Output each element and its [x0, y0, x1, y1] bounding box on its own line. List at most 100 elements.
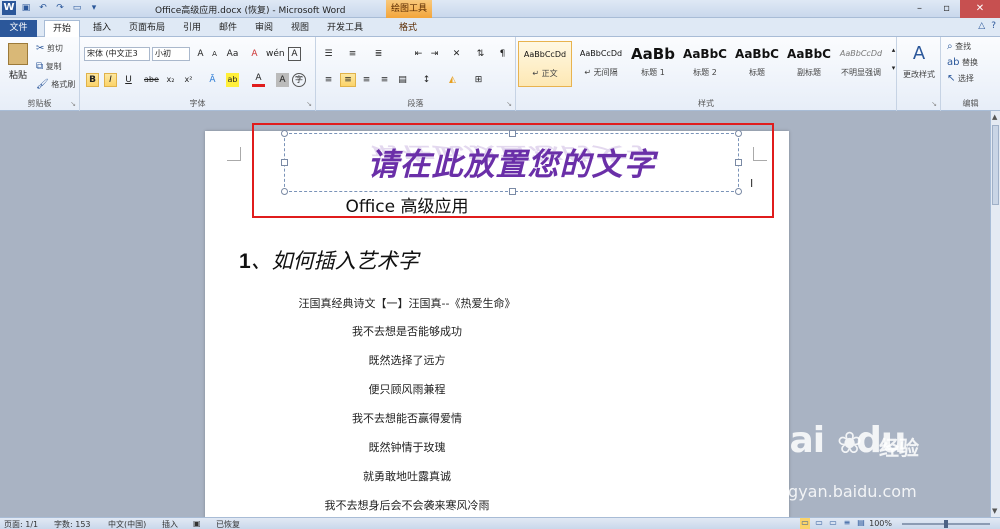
paragraph-line[interactable]: 我不去想身后会不会袭来寒风冷雨: [205, 497, 609, 513]
undo-icon[interactable]: ↶: [36, 1, 50, 15]
macro-record-icon[interactable]: ▣: [193, 519, 201, 528]
shading-icon[interactable]: ◭: [446, 73, 459, 87]
find-button[interactable]: ⌕ 查找: [947, 41, 971, 52]
format-painter-button[interactable]: 🖌 格式刷: [36, 79, 75, 90]
tab-page-layout[interactable]: 页面布局: [124, 20, 170, 37]
underline-button[interactable]: U: [122, 73, 135, 87]
document-heading[interactable]: 1、如何插入艺术字: [239, 245, 419, 275]
zoom-level[interactable]: 100%: [869, 519, 892, 528]
minimize-ribbon-icon[interactable]: △: [978, 21, 985, 31]
style-heading-1[interactable]: AaBb 标题 1: [626, 41, 680, 87]
char-shading-button[interactable]: A: [276, 73, 289, 87]
tab-references[interactable]: 引用: [178, 20, 206, 37]
select-button[interactable]: ↖ 选择: [947, 73, 974, 84]
increase-indent-icon[interactable]: ⇥: [428, 47, 441, 61]
style-subtle-emphasis[interactable]: AaBbCcDd 不明显强调: [834, 41, 888, 87]
style-heading-2[interactable]: AaBbC 标题 2: [678, 41, 732, 87]
italic-button[interactable]: I: [104, 73, 117, 87]
justify-icon[interactable]: ≡: [378, 73, 391, 87]
paragraph-line[interactable]: 我不去想是否能够成功: [205, 323, 609, 339]
align-center-icon[interactable]: ≡: [340, 73, 356, 87]
tab-home[interactable]: 开始: [44, 20, 80, 37]
align-left-icon[interactable]: ≡: [322, 73, 335, 87]
change-styles-button[interactable]: A 更改样式: [901, 43, 937, 80]
phonetic-guide-button[interactable]: wén: [266, 47, 285, 61]
sort-icon[interactable]: ⇅: [474, 47, 487, 61]
tab-review[interactable]: 审阅: [250, 20, 278, 37]
replace-button[interactable]: ab 替换: [947, 57, 978, 68]
font-name-combo[interactable]: 宋体 (中文正3: [84, 47, 150, 61]
status-word-count[interactable]: 字数: 153: [54, 519, 91, 529]
line-spacing-icon[interactable]: ↕: [420, 73, 433, 87]
dialog-launcher-icon[interactable]: ↘: [931, 100, 937, 108]
borders-icon[interactable]: ⊞: [472, 73, 485, 87]
align-right-icon[interactable]: ≡: [360, 73, 373, 87]
status-page[interactable]: 页面: 1/1: [4, 519, 38, 529]
bullets-icon[interactable]: ☰: [322, 47, 335, 61]
status-language[interactable]: 中文(中国): [108, 519, 146, 529]
show-marks-icon[interactable]: ¶: [496, 47, 509, 61]
tab-file[interactable]: 文件: [0, 20, 37, 37]
view-full-screen-icon[interactable]: ▭: [814, 518, 824, 529]
decrease-indent-icon[interactable]: ⇤: [412, 47, 425, 61]
numbering-icon[interactable]: ≡: [346, 47, 359, 61]
style-title[interactable]: AaBbC 标题: [730, 41, 784, 87]
open-folder-icon[interactable]: ▭: [70, 1, 84, 15]
cut-button[interactable]: ✂ 剪切: [36, 43, 63, 54]
minimize-icon[interactable]: –: [906, 0, 933, 18]
grow-font-button[interactable]: A: [194, 47, 207, 61]
scroll-up-icon[interactable]: ▲: [992, 113, 997, 121]
dialog-launcher-icon[interactable]: ↘: [70, 100, 76, 108]
chinese-layout-icon[interactable]: ✕: [450, 47, 463, 61]
redo-icon[interactable]: ↷: [53, 1, 67, 15]
paste-button[interactable]: 粘贴: [6, 43, 30, 81]
view-web-layout-icon[interactable]: ▭: [828, 518, 838, 529]
help-icon[interactable]: ?: [991, 21, 996, 31]
tab-format[interactable]: 格式: [388, 20, 428, 37]
word-app-icon[interactable]: W: [2, 1, 16, 15]
tab-mailings[interactable]: 邮件: [214, 20, 242, 37]
close-icon[interactable]: ✕: [960, 0, 1000, 18]
scroll-down-icon[interactable]: ▼: [992, 507, 997, 515]
paragraph-line[interactable]: 我不去想能否赢得爱情: [205, 410, 609, 426]
paragraph-line[interactable]: 既然钟情于玫瑰: [205, 439, 609, 455]
view-draft-icon[interactable]: ▤: [856, 518, 866, 529]
paragraph-line[interactable]: 便只顾风雨兼程: [205, 381, 609, 397]
tab-insert[interactable]: 插入: [88, 20, 116, 37]
paragraph-line[interactable]: 汪国真经典诗文【一】汪国真--《热爱生命》: [205, 295, 609, 311]
text-effects-icon[interactable]: Ā: [206, 73, 219, 87]
view-print-layout-icon[interactable]: ▭: [800, 518, 810, 529]
multilevel-list-icon[interactable]: ≣: [372, 47, 385, 61]
shrink-font-button[interactable]: A: [208, 47, 221, 61]
distributed-icon[interactable]: ▤: [396, 73, 409, 87]
clear-format-button[interactable]: A: [248, 47, 261, 61]
style-no-spacing[interactable]: AaBbCcDd ↵ 无间隔: [574, 41, 628, 87]
tab-developer[interactable]: 开发工具: [322, 20, 368, 37]
zoom-slider[interactable]: [902, 520, 990, 528]
highlight-button[interactable]: ab: [226, 73, 239, 87]
enclose-char-button[interactable]: 字: [292, 73, 306, 87]
tab-view[interactable]: 视图: [286, 20, 314, 37]
char-border-button[interactable]: A: [288, 47, 301, 61]
style-normal[interactable]: AaBbCcDd ↵ 正文: [518, 41, 572, 87]
bold-button[interactable]: B: [86, 73, 99, 87]
change-case-button[interactable]: Aa: [226, 47, 239, 61]
dialog-launcher-icon[interactable]: ↘: [306, 100, 312, 108]
zoom-slider-thumb[interactable]: [944, 520, 948, 528]
strikethrough-button[interactable]: abe: [144, 73, 159, 87]
paragraph-line[interactable]: 既然选择了远方: [205, 352, 609, 368]
dialog-launcher-icon[interactable]: ↘: [506, 100, 512, 108]
subscript-button[interactable]: x₂: [164, 73, 177, 87]
status-insert-mode[interactable]: 插入: [162, 519, 178, 529]
font-color-button[interactable]: A: [252, 73, 265, 87]
save-icon[interactable]: ▣: [19, 1, 33, 15]
paragraph-line[interactable]: 就勇敢地吐露真诚: [205, 468, 609, 484]
copy-button[interactable]: ⧉ 复制: [36, 61, 62, 72]
customize-icon[interactable]: ▾: [87, 1, 101, 15]
vertical-scrollbar[interactable]: ▲ ▼: [990, 111, 1000, 517]
superscript-button[interactable]: x²: [182, 73, 195, 87]
maximize-icon[interactable]: ▫: [933, 0, 960, 18]
font-size-combo[interactable]: 小初: [152, 47, 190, 61]
scrollbar-thumb[interactable]: [992, 125, 999, 205]
view-outline-icon[interactable]: ≡: [842, 518, 852, 529]
